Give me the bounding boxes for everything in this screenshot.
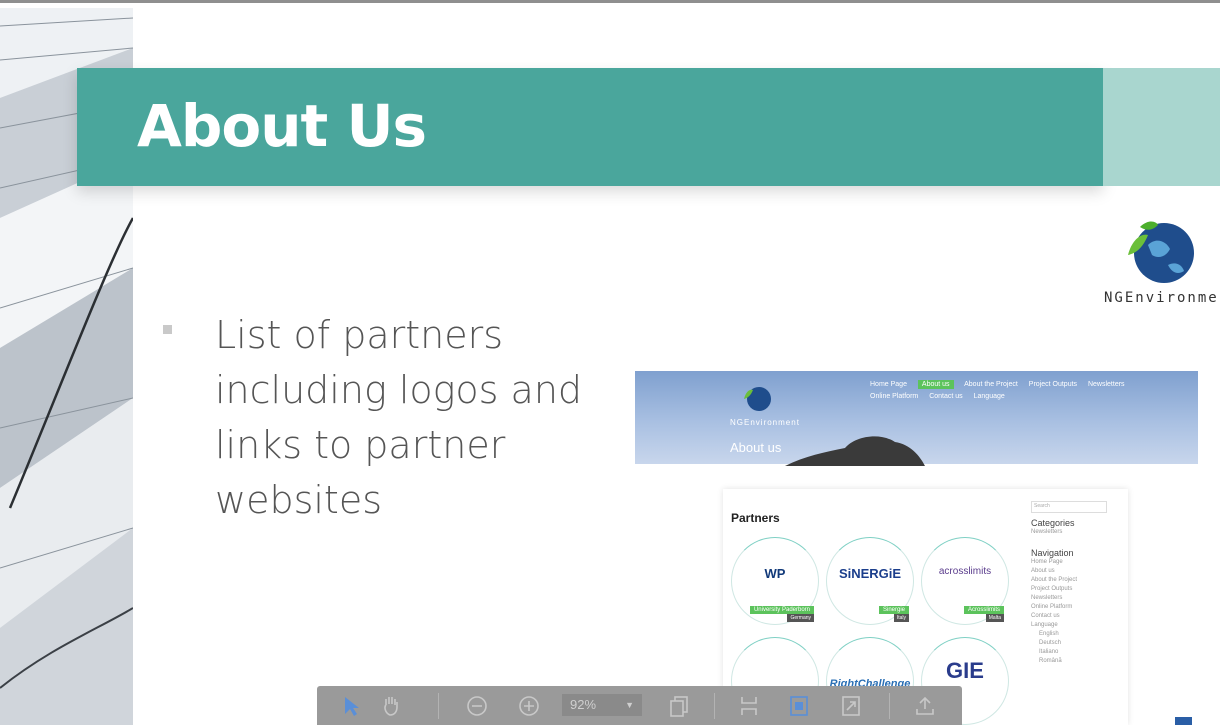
sidebar-lang-item[interactable]: Deutsch bbox=[1031, 639, 1121, 648]
nav-home: Home Page bbox=[870, 381, 907, 388]
nav-about: About us bbox=[917, 380, 954, 389]
partner-logo: GIE bbox=[946, 658, 984, 683]
partner-country: Italy bbox=[893, 614, 909, 622]
sidebar-nav-item[interactable]: Project Outputs bbox=[1031, 585, 1121, 594]
sidebar-search-input[interactable]: Search bbox=[1031, 501, 1107, 513]
share-upload-icon[interactable] bbox=[913, 694, 937, 718]
sidebar-nav-item[interactable]: Contact us bbox=[1031, 612, 1121, 621]
website-logo-icon bbox=[740, 383, 774, 418]
sidebar-nav-item[interactable]: Newsletters bbox=[1031, 594, 1121, 603]
website-nav: Home Page About us About the Project Pro… bbox=[870, 379, 1170, 403]
bullet-marker bbox=[163, 325, 172, 334]
sidebar-lang-item[interactable]: Italiano bbox=[1031, 648, 1121, 657]
fit-width-icon[interactable] bbox=[737, 694, 761, 718]
nav-language: Language bbox=[973, 393, 1005, 400]
brand-name: NGEnvironment bbox=[1104, 290, 1220, 306]
bullet-text: List of partners including logos and lin… bbox=[215, 313, 583, 522]
viewer-toolbar: 92% ▼ bbox=[317, 686, 962, 725]
tree-silhouette-icon bbox=[785, 426, 925, 471]
nav-contact: Contact us bbox=[929, 393, 963, 400]
copy-page-icon[interactable] bbox=[667, 694, 691, 718]
sidebar-nav-item[interactable]: About the Project bbox=[1031, 576, 1121, 585]
hand-tool-icon[interactable] bbox=[379, 694, 403, 718]
title-band-accent bbox=[1103, 68, 1220, 186]
partner-name: Acrosslimits bbox=[963, 606, 1004, 614]
corner-badge bbox=[1175, 717, 1192, 725]
zoom-level-select[interactable]: 92% ▼ bbox=[562, 694, 642, 716]
partner-name: University Paderborn bbox=[749, 606, 814, 614]
categories-heading: Categories bbox=[1031, 518, 1075, 528]
chevron-down-icon: ▼ bbox=[625, 700, 634, 710]
website-hero-title: About us bbox=[730, 440, 782, 455]
slide-title: About Us bbox=[137, 92, 427, 160]
partner-tile-acrosslimits[interactable]: acrosslimits Acrosslimits Malta bbox=[921, 537, 1009, 625]
nav-outputs: Project Outputs bbox=[1028, 381, 1078, 388]
nav-platform: Online Platform bbox=[870, 393, 919, 400]
sidebar-lang-item[interactable]: Română bbox=[1031, 657, 1121, 666]
zoom-out-icon[interactable] bbox=[465, 694, 489, 718]
sidebar-lang-item[interactable]: English bbox=[1031, 630, 1121, 639]
select-arrow-icon[interactable] bbox=[339, 694, 363, 718]
toolbar-separator bbox=[889, 693, 890, 719]
partner-country: Malta bbox=[985, 614, 1004, 622]
window-top-border bbox=[0, 0, 1220, 3]
fit-page-icon[interactable] bbox=[787, 694, 811, 718]
category-item[interactable]: Newsletters bbox=[1031, 528, 1121, 537]
nav-newsletters: Newsletters bbox=[1087, 381, 1125, 388]
partners-heading: Partners bbox=[731, 511, 780, 525]
zoom-in-icon[interactable] bbox=[517, 694, 541, 718]
partner-name: Sinergie bbox=[878, 606, 909, 614]
partner-country: Germany bbox=[787, 614, 814, 622]
toolbar-separator bbox=[714, 693, 715, 719]
partner-tile-paderborn[interactable]: WP University Paderborn Germany bbox=[731, 537, 819, 625]
expand-icon[interactable] bbox=[839, 694, 863, 718]
website-sidebar: Search Categories Newsletters Navigation… bbox=[1031, 501, 1121, 666]
partner-tile-sinergie[interactable]: SiNERGiE Sinergie Italy bbox=[826, 537, 914, 625]
sidebar-nav-item[interactable]: Online Platform bbox=[1031, 603, 1121, 612]
zoom-value: 92% bbox=[570, 697, 597, 712]
partner-logo: acrosslimits bbox=[938, 566, 992, 577]
partner-logo: WP bbox=[764, 566, 786, 581]
sidebar-nav-item[interactable]: About us bbox=[1031, 567, 1121, 576]
navigation-heading: Navigation bbox=[1031, 548, 1074, 558]
nav-project: About the Project bbox=[964, 381, 1018, 388]
partner-logo: SiNERGiE bbox=[838, 566, 902, 581]
ngenvironment-logo-icon bbox=[1118, 215, 1200, 292]
website-screenshot: Home Page About us About the Project Pro… bbox=[635, 371, 1198, 725]
sidebar-nav-item[interactable]: Language bbox=[1031, 621, 1121, 630]
sidebar-nav-item[interactable]: Home Page bbox=[1031, 558, 1121, 567]
toolbar-separator bbox=[438, 693, 439, 719]
